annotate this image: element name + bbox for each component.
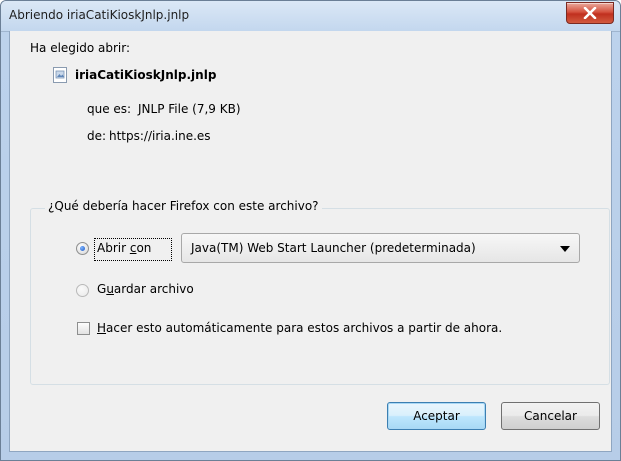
save-file-label[interactable]: Guardar archivo (97, 282, 194, 296)
auto-checkbox[interactable] (77, 322, 90, 335)
window-title: Abriendo iriaCatiKioskJnlp.jnlp (9, 8, 190, 22)
open-with-label[interactable]: Abrir con (97, 241, 151, 255)
app-select[interactable]: Java(TM) Web Start Launcher (predetermin… (181, 233, 580, 263)
cancel-button[interactable]: Cancelar (501, 402, 600, 430)
file-name: iriaCatiKioskJnlp.jnlp (75, 68, 217, 82)
file-icon (53, 67, 67, 83)
auto-checkbox-label[interactable]: Hacer esto automáticamente para estos ar… (97, 321, 502, 335)
action-question: ¿Qué debería hacer Firefox con este arch… (45, 199, 322, 213)
save-file-radio[interactable] (76, 284, 89, 297)
app-select-value: Java(TM) Web Start Launcher (predetermin… (191, 241, 476, 255)
from-label: de: (87, 129, 107, 143)
dialog-window: Abriendo iriaCatiKioskJnlp.jnlp Ha elegi… (0, 0, 621, 461)
from-value: https://iria.ine.es (109, 129, 211, 143)
open-with-radio[interactable] (76, 242, 89, 255)
type-label: que es: (87, 102, 132, 116)
accept-button[interactable]: Aceptar (387, 402, 486, 430)
close-icon (583, 7, 597, 19)
intro-text: Ha elegido abrir: (30, 41, 131, 55)
dropdown-arrow-icon (560, 246, 570, 252)
type-value: JNLP File (7,9 KB) (138, 102, 241, 116)
title-bar[interactable]: Abriendo iriaCatiKioskJnlp.jnlp (1, 1, 620, 32)
close-button[interactable] (566, 2, 614, 24)
